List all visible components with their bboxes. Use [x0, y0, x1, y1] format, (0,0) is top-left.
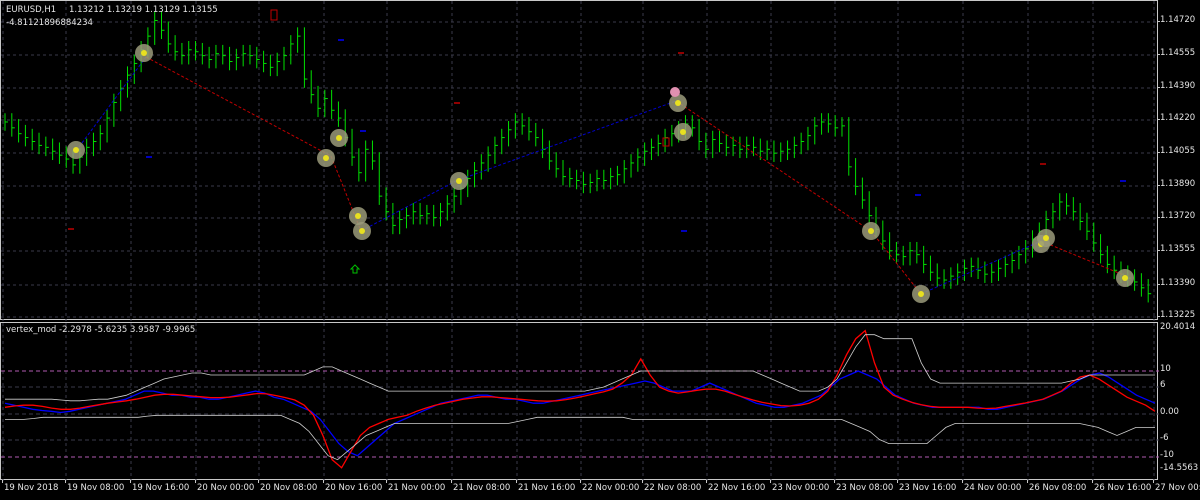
indicator-tick-label: 6: [1160, 380, 1166, 390]
price-tick-mark: [1157, 284, 1160, 285]
signal-marker-dot: [456, 178, 462, 184]
price-tick-label: 1.14390: [1160, 81, 1196, 91]
signal-marker-dot: [1122, 275, 1128, 281]
price-tick-mark: [1157, 250, 1160, 251]
price-tick-label: 1.14720: [1160, 15, 1196, 25]
signal-marker-dot: [675, 100, 681, 106]
time-tick-mark: [642, 480, 643, 483]
chart-symbol-label: EURUSD,H1: [6, 5, 57, 15]
price-tick-label: 1.13720: [1160, 211, 1196, 221]
indicator-tick-label: -6: [1160, 433, 1169, 443]
indicator-header-label: vertex_mod -2.2978 -5.6235 3.9587 -9.996…: [6, 325, 196, 335]
time-tick-mark: [2, 480, 3, 483]
pink-marker: [670, 87, 680, 97]
indicator-tick-label: -14.5563: [1160, 463, 1199, 473]
time-tick-mark: [770, 480, 771, 483]
price-tick-label: 1.13225: [1160, 310, 1196, 320]
price-tick-mark: [1157, 54, 1160, 55]
time-tick-label: 21 Nov 00:00: [388, 483, 446, 493]
indicator-tick-label: -10: [1160, 450, 1174, 460]
time-tick-mark: [1092, 480, 1093, 483]
signal-marker-dot: [355, 213, 361, 219]
time-tick-label: 27 Nov 00:00: [1155, 483, 1200, 493]
time-tick-mark: [195, 480, 196, 483]
signal-marker-dot: [323, 155, 329, 161]
time-tick-mark: [580, 480, 581, 483]
signal-marker-dot: [1043, 235, 1049, 241]
signal-marker-dot: [918, 291, 924, 297]
zigzag-segment: [75, 56, 147, 152]
time-tick-mark: [451, 480, 452, 483]
signal-marker-dot: [336, 135, 342, 141]
time-tick-label: 20 Nov 08:00: [260, 483, 318, 493]
time-tick-label: 26 Nov 16:00: [1094, 483, 1152, 493]
ind-series-band-lower: [5, 414, 1155, 461]
price-tick-mark: [1157, 87, 1160, 88]
price-tick-mark: [1157, 217, 1160, 218]
time-tick-mark: [258, 480, 259, 483]
time-tick-label: 22 Nov 00:00: [582, 483, 640, 493]
time-tick-label: 20 Nov 16:00: [325, 483, 383, 493]
time-tick-mark: [962, 480, 963, 483]
down-arrow-icon: [270, 9, 278, 21]
time-tick-mark: [130, 480, 131, 483]
price-tick-mark: [1157, 316, 1160, 317]
zigzag-segment: [920, 240, 1042, 295]
time-tick-label: 19 Nov 16:00: [132, 483, 190, 493]
price-tick-mark: [1157, 152, 1160, 153]
price-tick-label: 1.13890: [1160, 179, 1196, 189]
indicator-svg: [1, 323, 1159, 481]
time-tick-label: 22 Nov 16:00: [708, 483, 766, 493]
time-tick-mark: [897, 480, 898, 483]
price-tick-mark: [1157, 185, 1160, 186]
price-tick-label: 1.14220: [1160, 113, 1196, 123]
price-tick-mark: [1157, 119, 1160, 120]
signal-marker-dot: [868, 228, 874, 234]
time-tick-mark: [834, 480, 835, 483]
down-arrow-icon: [662, 137, 670, 147]
signal-marker-dot: [680, 129, 686, 135]
time-tick-label: 26 Nov 08:00: [1029, 483, 1087, 493]
zigzag-segment: [145, 56, 332, 157]
time-tick-mark: [1153, 480, 1154, 483]
time-tick-mark: [516, 480, 517, 483]
ind-series-band-upper: [5, 334, 1155, 402]
price-tick-label: 1.14555: [1160, 48, 1196, 58]
time-tick-label: 20 Nov 00:00: [197, 483, 255, 493]
time-tick-label: 24 Nov 00:00: [964, 483, 1022, 493]
price-tick-label: 1.13390: [1160, 278, 1196, 288]
price-tick-label: 1.13555: [1160, 244, 1196, 254]
time-tick-label: 23 Nov 16:00: [899, 483, 957, 493]
time-tick-mark: [323, 480, 324, 483]
up-arrow-icon: [349, 264, 361, 274]
time-tick-label: 21 Nov 08:00: [453, 483, 511, 493]
time-tick-mark: [65, 480, 66, 483]
indicator-tick-label: 10: [1160, 364, 1171, 374]
zigzag-segment: [360, 180, 457, 232]
chart-ohlc-label: 1.13212 1.13219 1.13129 1.13155: [69, 5, 218, 15]
ind-series-main: [4, 370, 1156, 457]
ind-series-signal: [4, 329, 1156, 469]
time-tick-mark: [1027, 480, 1028, 483]
time-tick-label: 21 Nov 16:00: [518, 483, 576, 493]
indicator-tick-label: 0.00: [1160, 407, 1179, 417]
time-tick-mark: [706, 480, 707, 483]
indicator-pane[interactable]: vertex_mod -2.2978 -5.6235 3.9587 -9.996…: [0, 322, 1159, 481]
price-chart-svg: [1, 1, 1159, 321]
time-tick-label: 19 Nov 2018: [4, 483, 59, 493]
zigzag-segment: [1040, 240, 1127, 277]
time-tick-label: 23 Nov 00:00: [772, 483, 830, 493]
time-tick-label: 23 Nov 08:00: [836, 483, 894, 493]
price-chart-pane[interactable]: EURUSD,H1 1.13212 1.13219 1.13129 1.1315…: [0, 0, 1159, 321]
chart-value-label: -4.81121896884234: [6, 18, 93, 28]
price-tick-label: 1.14055: [1160, 146, 1196, 156]
time-tick-mark: [386, 480, 387, 483]
price-tick-mark: [1157, 21, 1160, 22]
signal-marker-dot: [359, 228, 365, 234]
indicator-tick-label: 20.4014: [1160, 322, 1196, 332]
time-tick-label: 22 Nov 08:00: [644, 483, 702, 493]
time-tick-label: 19 Nov 08:00: [67, 483, 125, 493]
signal-marker-dot: [141, 50, 147, 56]
signal-marker-dot: [73, 147, 79, 153]
